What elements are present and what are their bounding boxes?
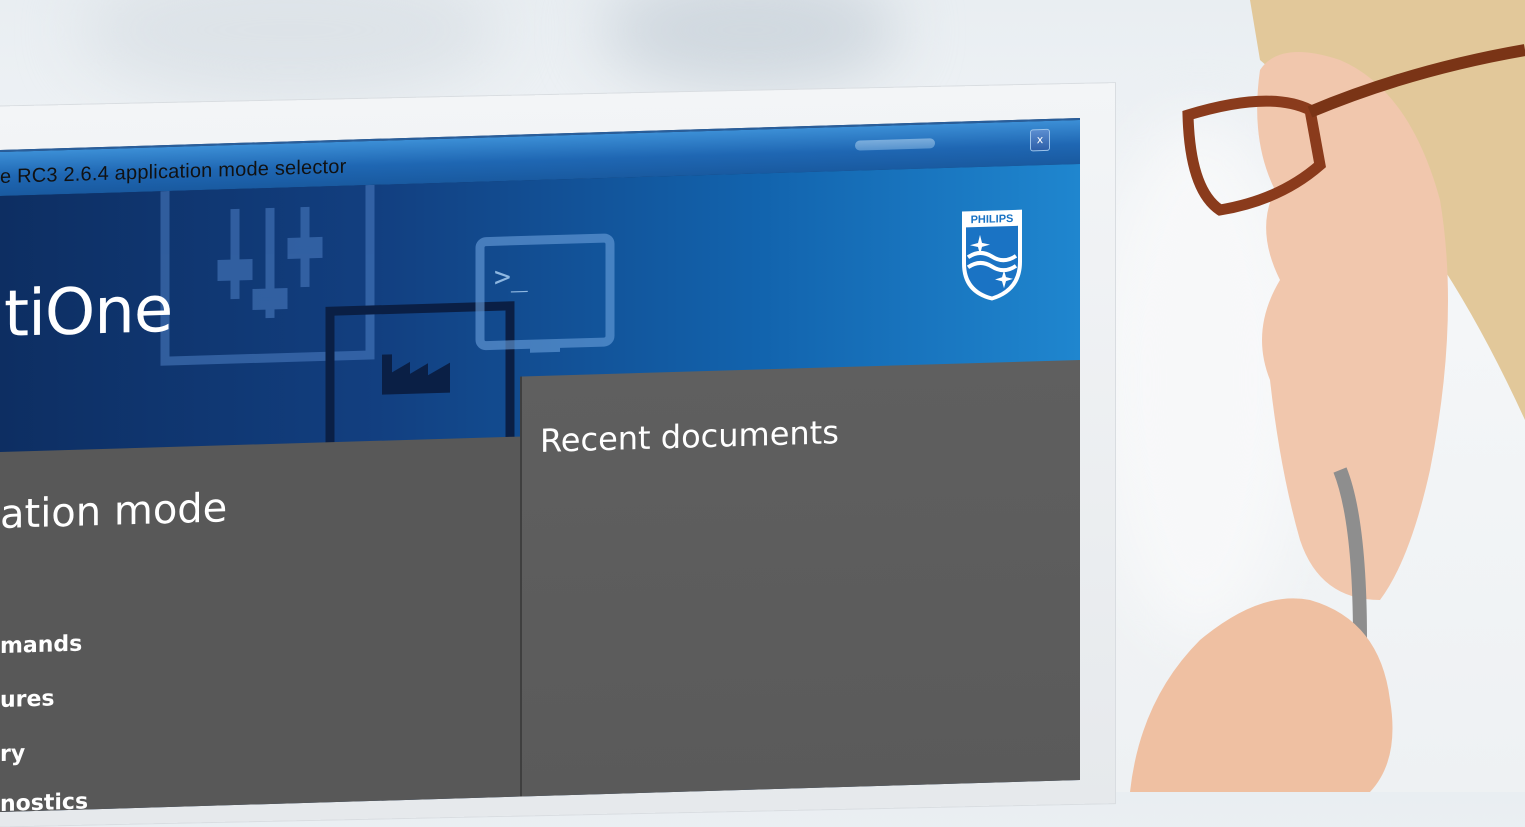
person-photo [1130,0,1525,792]
mode-panel: ation mode mands ures ry nostics [0,436,520,812]
recent-documents-heading: Recent documents [540,413,839,460]
mode-item[interactable]: ures [0,686,55,713]
window-title: e RC3 2.6.4 application mode selector [0,155,347,188]
hand [1130,598,1393,792]
factory-glyph [382,354,450,395]
background-blur [80,0,500,100]
terminal-glyph: >_ [494,259,528,294]
titlebar-highlight [855,138,935,151]
terminal-icon [475,233,615,353]
mode-item[interactable]: ry [0,741,25,767]
mode-item[interactable]: nostics [0,789,88,812]
app-name: tiOne [4,272,173,352]
mixer-monitor-icon [160,170,375,366]
mode-item[interactable]: mands [0,632,82,659]
recent-documents-panel: Recent documents [520,359,1080,812]
background-blur [600,0,900,90]
application-window: e RC3 2.6.4 application mode selector x [0,117,1080,812]
philips-wordmark: PHILIPS [971,213,1014,226]
close-button[interactable]: x [1030,128,1050,152]
philips-logo: PHILIPS [962,209,1022,301]
mode-heading: ation mode [0,485,228,538]
